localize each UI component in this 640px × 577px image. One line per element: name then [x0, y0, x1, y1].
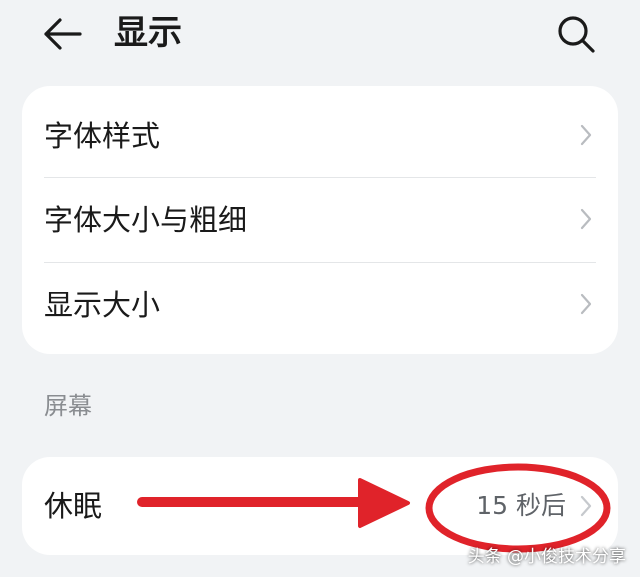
list-item-sleep[interactable]: 休眠 15 秒后 — [22, 457, 618, 555]
chevron-right-icon — [580, 124, 592, 146]
sleep-value: 15 秒后 — [476, 491, 566, 520]
search-button[interactable] — [554, 12, 598, 56]
search-icon — [558, 16, 595, 53]
list-item-display-size[interactable]: 显示大小 — [22, 263, 618, 347]
chevron-right-icon — [580, 293, 592, 315]
arrow-left-icon — [44, 18, 82, 50]
list-item-font-size-weight[interactable]: 字体大小与粗细 — [22, 178, 618, 262]
page-title: 显示 — [114, 13, 182, 53]
top-app-bar: 显示 — [0, 0, 640, 70]
chevron-right-icon — [580, 208, 592, 230]
chevron-right-icon — [580, 495, 592, 517]
screen-settings-card: 休眠 15 秒后 — [22, 457, 618, 555]
list-item-font-style[interactable]: 字体样式 — [22, 94, 618, 178]
back-button[interactable] — [40, 14, 84, 54]
font-style-label: 字体样式 — [44, 119, 161, 153]
font-size-weight-label: 字体大小与粗细 — [44, 203, 248, 237]
sleep-label: 休眠 — [44, 489, 103, 523]
section-title-screen: 屏幕 — [44, 392, 92, 420]
display-size-label: 显示大小 — [44, 288, 161, 322]
watermark: 头条 @小俊技术分享 — [467, 547, 626, 567]
font-settings-card: 字体样式 字体大小与粗细 显示大小 — [22, 86, 618, 354]
